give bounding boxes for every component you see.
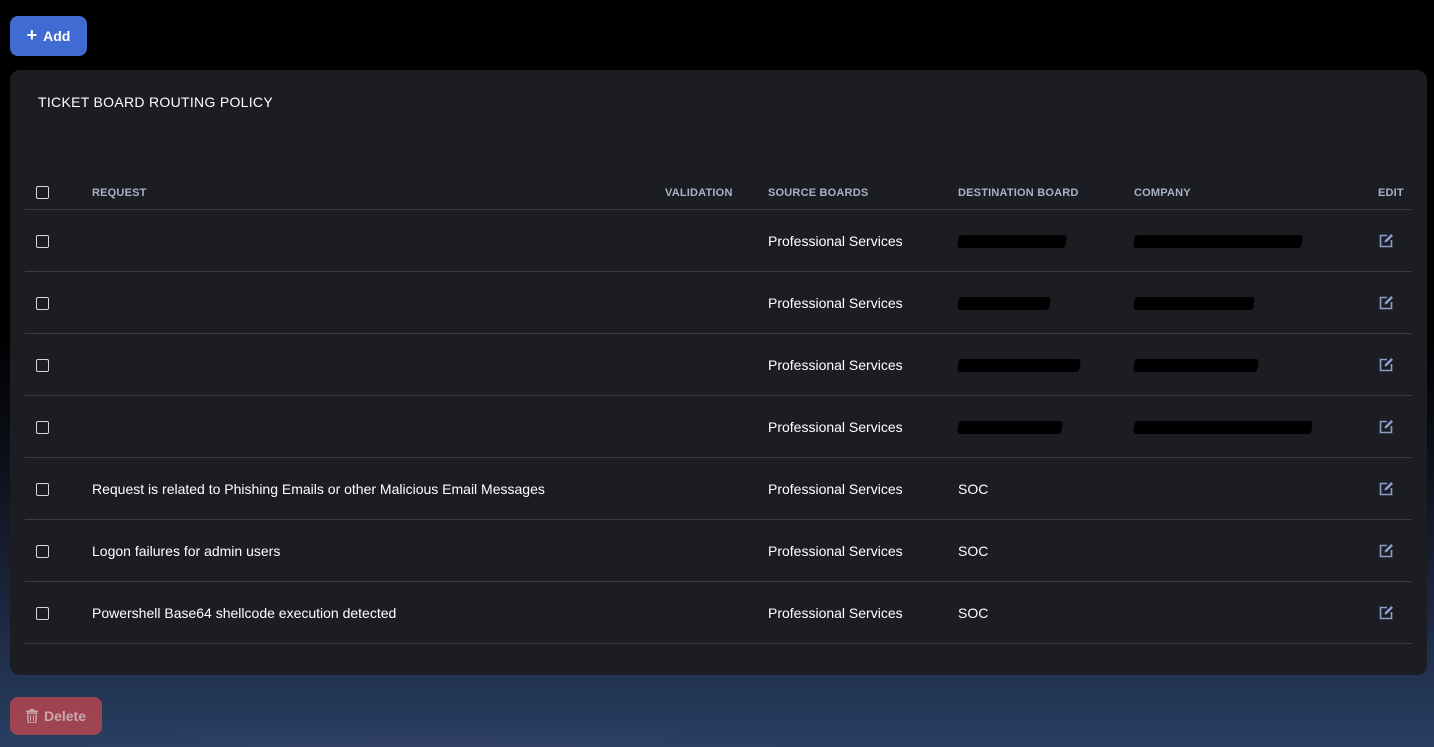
delete-button-label: Delete (43, 708, 87, 724)
table-row: Powershell Base64 shellcode execution de… (25, 581, 1412, 644)
redacted-destination (957, 359, 1081, 373)
cell-request: Logon failures for admin users (92, 519, 665, 582)
cell-edit (1378, 395, 1412, 458)
edit-icon[interactable] (1378, 295, 1394, 311)
cell-source-boards: Professional Services (768, 581, 958, 644)
cell-destination-board: SOC (958, 457, 1134, 520)
cell-company (1133, 333, 1378, 396)
add-button[interactable]: + Add (10, 16, 87, 56)
cell-validation (665, 271, 768, 334)
cell-edit (1378, 519, 1412, 582)
destination-board-text: SOC (958, 604, 989, 621)
cell-source-boards: Professional Services (768, 457, 958, 520)
redacted-company (1133, 421, 1313, 435)
cell-company (1133, 209, 1378, 272)
cell-request (92, 271, 665, 334)
row-checkbox[interactable] (36, 483, 49, 497)
routing-policy-panel: TICKET BOARD ROUTING POLICY REQUEST VALI… (10, 70, 1427, 675)
table-row: Professional Services (25, 271, 1412, 334)
cell-validation (665, 209, 768, 272)
cell-destination-board (957, 209, 1134, 272)
cell-edit (1378, 209, 1412, 272)
cell-source-boards: Professional Services (768, 395, 958, 458)
edit-icon[interactable] (1378, 419, 1394, 435)
redacted-company (1133, 297, 1255, 311)
header-destination-board: DESTINATION BOARD (958, 176, 1134, 210)
row-checkbox[interactable] (36, 545, 49, 559)
redacted-destination (957, 297, 1051, 311)
row-checkbox[interactable] (36, 359, 49, 373)
row-checkbox[interactable] (36, 235, 49, 249)
edit-icon[interactable] (1378, 357, 1394, 373)
edit-icon[interactable] (1378, 481, 1394, 497)
routing-policy-table: REQUEST VALIDATION SOURCE BOARDS DESTINA… (25, 176, 1412, 644)
table-row: Logon failures for admin users Professio… (25, 519, 1412, 582)
cell-company (1134, 581, 1378, 644)
cell-source-boards: Professional Services (768, 271, 958, 334)
trash-icon (25, 709, 38, 723)
cell-company (1133, 395, 1378, 458)
cell-request (92, 333, 665, 396)
row-checkbox[interactable] (36, 421, 49, 435)
cell-destination-board (957, 271, 1134, 334)
row-checkbox[interactable] (36, 607, 49, 621)
cell-destination-board: SOC (958, 519, 1134, 582)
cell-source-boards: Professional Services (768, 209, 958, 272)
cell-validation (665, 519, 768, 582)
edit-icon[interactable] (1378, 543, 1394, 559)
plus-icon: + (26, 25, 38, 45)
table-header-row: REQUEST VALIDATION SOURCE BOARDS DESTINA… (25, 176, 1412, 210)
cell-destination-board (957, 395, 1134, 458)
edit-icon[interactable] (1378, 605, 1394, 621)
redacted-company (1133, 359, 1259, 373)
cell-request (92, 209, 665, 272)
table-row: Professional Services (25, 209, 1412, 272)
cell-request: Request is related to Phishing Emails or… (92, 457, 665, 520)
delete-button[interactable]: Delete (10, 697, 102, 735)
cell-edit (1378, 581, 1412, 644)
redacted-destination (957, 235, 1067, 249)
cell-edit (1378, 333, 1412, 396)
cell-company (1133, 271, 1378, 334)
header-source-boards: SOURCE BOARDS (768, 176, 958, 210)
cell-request: Powershell Base64 shellcode execution de… (92, 581, 665, 644)
cell-source-boards: Professional Services (768, 519, 958, 582)
cell-company (1134, 457, 1378, 520)
table-row: Professional Services (25, 333, 1412, 396)
header-validation: VALIDATION (665, 176, 768, 210)
header-request: REQUEST (92, 176, 665, 210)
redacted-destination (957, 421, 1063, 435)
cell-edit (1378, 271, 1412, 334)
destination-board-text: SOC (958, 542, 989, 559)
cell-validation (665, 581, 768, 644)
header-company: COMPANY (1134, 176, 1378, 210)
cell-validation (665, 333, 768, 396)
redacted-company (1133, 235, 1303, 249)
select-all-checkbox[interactable] (36, 186, 49, 199)
cell-request (92, 395, 665, 458)
edit-icon[interactable] (1378, 233, 1394, 249)
cell-destination-board: SOC (958, 581, 1134, 644)
cell-source-boards: Professional Services (768, 333, 958, 396)
cell-destination-board (957, 333, 1134, 396)
panel-title: TICKET BOARD ROUTING POLICY (38, 94, 273, 110)
add-button-label: Add (43, 28, 71, 44)
cell-validation (665, 395, 768, 458)
table-row: Request is related to Phishing Emails or… (25, 457, 1412, 520)
destination-board-text: SOC (958, 480, 989, 497)
cell-edit (1378, 457, 1412, 520)
table-row: Professional Services (25, 395, 1412, 458)
row-checkbox[interactable] (36, 297, 49, 311)
cell-company (1134, 519, 1378, 582)
cell-validation (665, 457, 768, 520)
header-edit: EDIT (1378, 176, 1412, 210)
